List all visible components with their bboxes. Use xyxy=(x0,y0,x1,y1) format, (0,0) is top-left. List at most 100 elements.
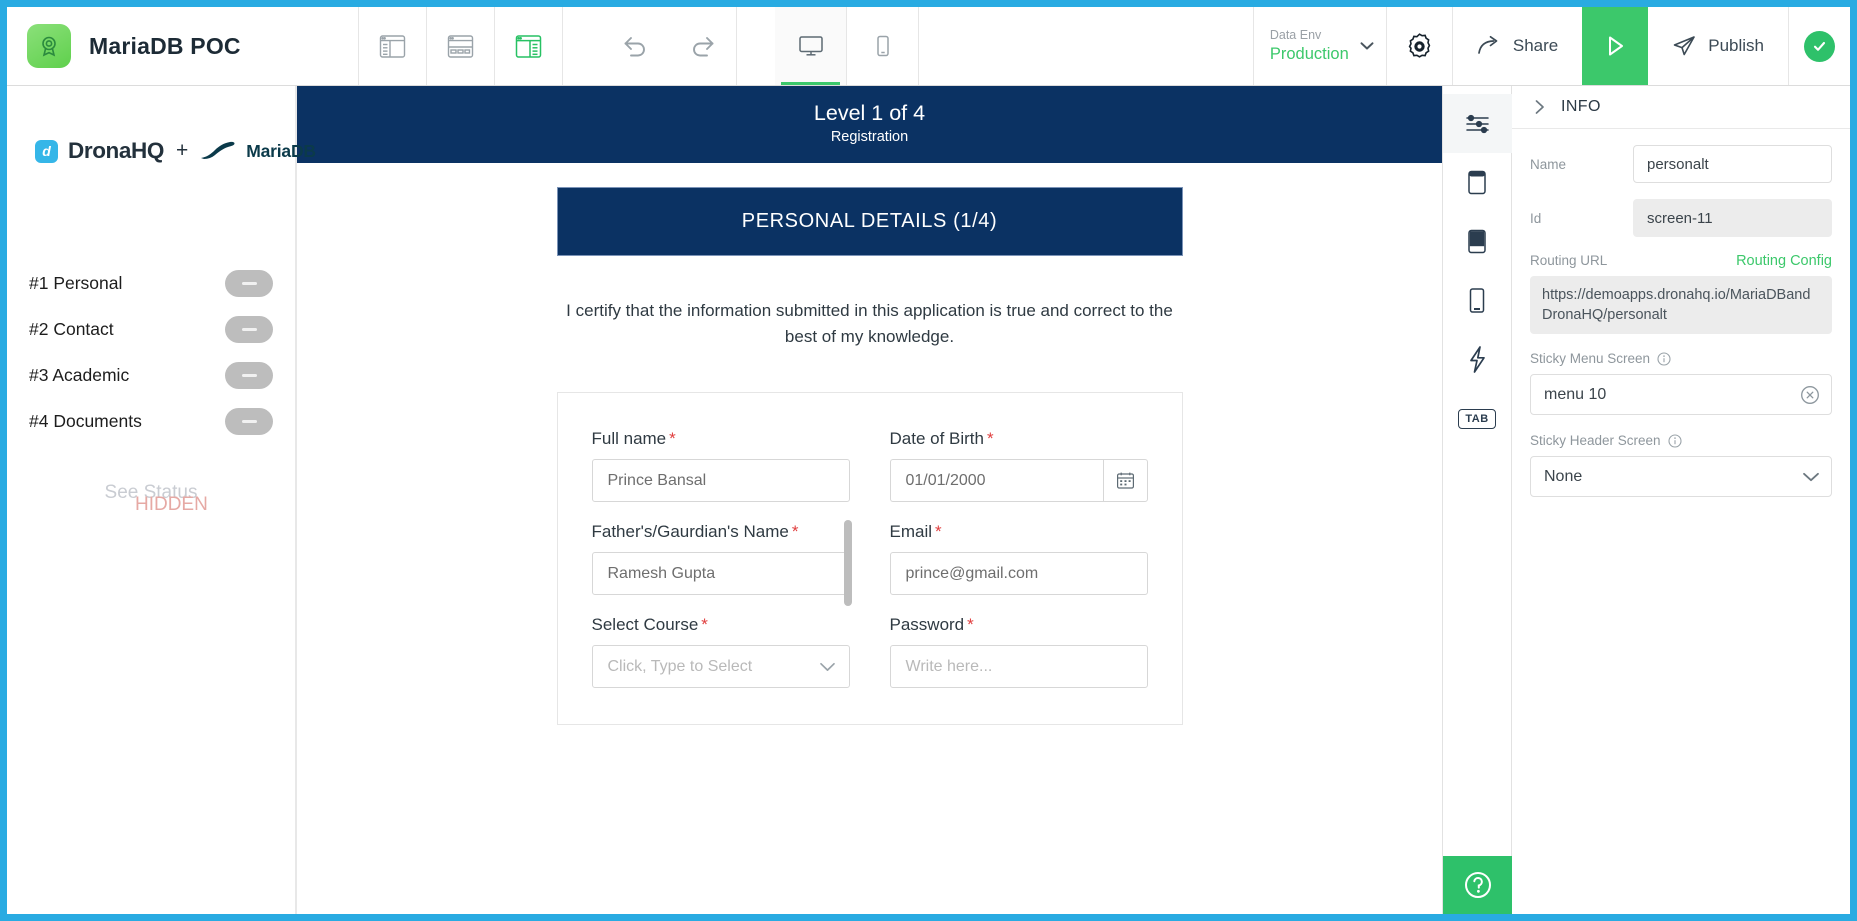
email-input[interactable]: prince@gmail.com xyxy=(890,552,1148,595)
routing-config-link[interactable]: Routing Config xyxy=(1736,253,1832,269)
course-select[interactable]: Click, Type to Select xyxy=(592,645,850,688)
sticky-menu-value: menu 10 xyxy=(1544,386,1606,404)
sticky-header-select[interactable]: None xyxy=(1530,456,1832,497)
certify-text: I certify that the information submitted… xyxy=(560,298,1180,350)
level-subtitle: Registration xyxy=(297,127,1442,147)
required-mark: * xyxy=(967,615,974,634)
tab-icon[interactable]: TAB xyxy=(1443,389,1512,448)
guardian-input[interactable]: Ramesh Gupta xyxy=(592,552,850,595)
clear-circle-icon[interactable] xyxy=(1800,385,1820,405)
desktop-icon[interactable] xyxy=(775,7,847,85)
right-icon-rail: TAB xyxy=(1443,86,1512,914)
password-input[interactable]: Write here... xyxy=(890,645,1148,688)
share-button[interactable]: Share xyxy=(1453,7,1582,85)
info-icon[interactable] xyxy=(1657,352,1671,366)
panel-row-name: Name personalt xyxy=(1530,145,1832,183)
panel-body: Name personalt Id screen-11 Routing URL … xyxy=(1512,129,1850,515)
mobile-screen-icon[interactable] xyxy=(1443,271,1512,330)
toolbar-flex-spacer xyxy=(919,7,1254,85)
name-input[interactable]: personalt xyxy=(1633,145,1832,183)
mariadb-name: MariaDB xyxy=(246,141,316,162)
full-name-input[interactable]: Prince Bansal xyxy=(592,459,850,502)
layout-sidebar-left-icon[interactable] xyxy=(359,7,427,85)
actions-bolt-icon[interactable] xyxy=(1443,330,1512,389)
field-scrollbar[interactable] xyxy=(844,520,852,606)
field-guardian-name: Father's/Gaurdian's Name* Ramesh Gupta xyxy=(592,520,850,595)
redo-icon[interactable] xyxy=(669,7,737,85)
help-button[interactable] xyxy=(1443,856,1512,914)
routing-url-row: Routing URL Routing Config xyxy=(1530,253,1832,269)
badge-icon xyxy=(27,24,71,68)
preview-logo: d DronaHQ + MariaDB xyxy=(7,138,295,164)
required-mark: * xyxy=(669,429,676,448)
sticky-menu-field[interactable]: menu 10 xyxy=(1530,374,1832,415)
field-email: Email* prince@gmail.com xyxy=(890,520,1148,595)
routing-url-label: Routing URL xyxy=(1530,253,1607,268)
toggle-pill[interactable] xyxy=(225,408,273,435)
app-brand: MariaDB POC xyxy=(7,7,359,85)
dronahq-name: DronaHQ xyxy=(68,138,164,164)
data-env-label: Data Env xyxy=(1270,27,1370,44)
share-label: Share xyxy=(1513,36,1558,56)
mobile-icon[interactable] xyxy=(847,7,919,85)
tab-label: TAB xyxy=(1458,409,1495,429)
dob-input[interactable]: 01/01/2000 xyxy=(890,459,1103,502)
sidebar-item-label: #4 Documents xyxy=(29,411,142,432)
screen-footer-icon[interactable] xyxy=(1443,212,1512,271)
sidebar-item-contact[interactable]: #2 Contact xyxy=(29,306,273,352)
toggle-pill[interactable] xyxy=(225,316,273,343)
level-banner: Level 1 of 4 Registration xyxy=(297,86,1442,163)
required-mark: * xyxy=(935,522,942,541)
password-label: Password* xyxy=(890,613,1148,636)
sidebar-item-label: #1 Personal xyxy=(29,273,122,294)
email-label: Email* xyxy=(890,520,1148,543)
page-title: MariaDB POC xyxy=(89,33,241,60)
sticky-header-value: None xyxy=(1544,468,1582,486)
play-icon xyxy=(1602,33,1628,59)
play-button[interactable] xyxy=(1582,7,1648,85)
properties-sliders-icon[interactable] xyxy=(1443,94,1512,153)
section-personal-details-button[interactable]: PERSONAL DETAILS (1/4) xyxy=(557,187,1183,256)
share-icon xyxy=(1477,35,1502,57)
data-env-selector[interactable]: Data Env Production xyxy=(1254,7,1387,85)
chevron-down-icon xyxy=(1802,471,1820,482)
full-name-label: Full name* xyxy=(592,427,850,450)
panel-header-title: INFO xyxy=(1561,98,1601,116)
main-body: d DronaHQ + MariaDB #1 Personal xyxy=(7,86,1850,914)
send-icon xyxy=(1672,34,1697,58)
sidebar-item-label: #3 Academic xyxy=(29,365,129,386)
panel-row-id: Id screen-11 xyxy=(1530,199,1832,237)
panel-header-info[interactable]: INFO xyxy=(1512,86,1850,129)
status-overlay: See Status HIDDEN xyxy=(29,482,273,536)
gear-icon[interactable] xyxy=(1387,7,1453,85)
calendar-icon[interactable] xyxy=(1103,459,1148,502)
hidden-badge: HIDDEN xyxy=(135,494,208,516)
chevron-down-icon xyxy=(819,661,836,672)
field-date-of-birth: Date of Birth* 01/01/2000 xyxy=(890,427,1148,502)
field-password: Password* Write here... xyxy=(890,613,1148,688)
chevron-right-icon xyxy=(1534,99,1546,115)
toggle-pill[interactable] xyxy=(225,362,273,389)
info-icon[interactable] xyxy=(1668,434,1682,448)
required-mark: * xyxy=(701,615,708,634)
id-value: screen-11 xyxy=(1633,199,1832,237)
toolbar-spacer-1 xyxy=(563,7,601,85)
level-title: Level 1 of 4 xyxy=(297,100,1442,127)
sticky-menu-label-row: Sticky Menu Screen xyxy=(1530,351,1832,366)
data-env-value: Production xyxy=(1270,44,1370,65)
sidebar-item-documents[interactable]: #4 Documents xyxy=(29,398,273,444)
sidebar-item-academic[interactable]: #3 Academic xyxy=(29,352,273,398)
layout-header-rows-icon[interactable] xyxy=(427,7,495,85)
publish-label: Publish xyxy=(1708,36,1764,56)
toolbar-spacer-2 xyxy=(737,7,775,85)
id-label: Id xyxy=(1530,211,1633,226)
undo-icon[interactable] xyxy=(601,7,669,85)
sidebar-item-personal[interactable]: #1 Personal xyxy=(29,260,273,306)
status-badge[interactable] xyxy=(1788,7,1850,85)
toggle-pill[interactable] xyxy=(225,270,273,297)
layout-split-active-icon[interactable] xyxy=(495,7,563,85)
publish-button[interactable]: Publish xyxy=(1648,7,1788,85)
screen-header-icon[interactable] xyxy=(1443,153,1512,212)
required-mark: * xyxy=(987,429,994,448)
check-circle-icon xyxy=(1804,31,1835,62)
